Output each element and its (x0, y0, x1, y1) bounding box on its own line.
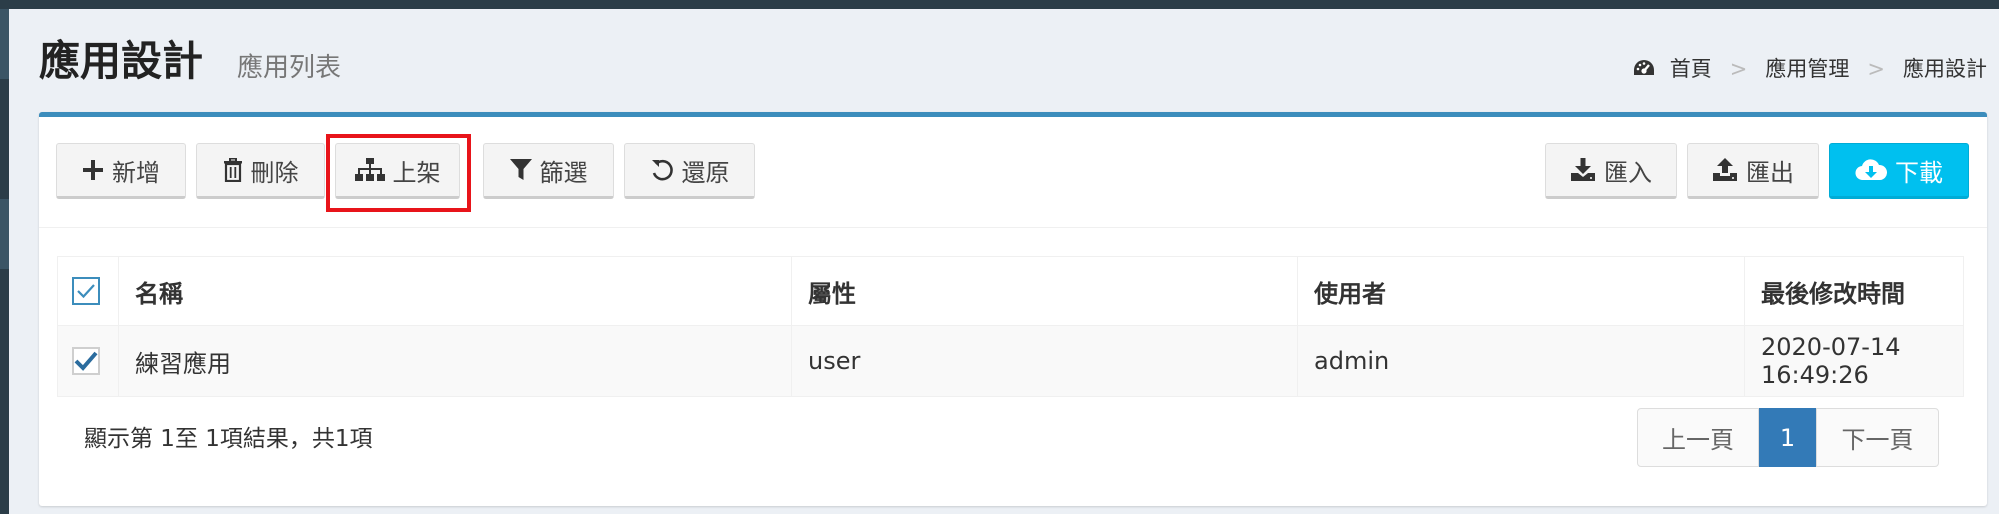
delete-button-label: 刪除 (250, 158, 299, 187)
cell-attribute: user (791, 325, 1298, 397)
prev-page-button[interactable]: 上一頁 (1637, 408, 1759, 467)
restore-button-label: 還原 (681, 158, 730, 187)
select-all-cell (57, 256, 119, 326)
checkmark-icon (77, 284, 95, 299)
publish-button-highlight (326, 134, 471, 212)
column-header-user[interactable]: 使用者 (1297, 256, 1745, 326)
restore-button[interactable]: 還原 (624, 143, 755, 199)
export-button-label: 匯出 (1746, 158, 1794, 187)
next-page-button[interactable]: 下一頁 (1816, 408, 1939, 467)
upload-icon (1712, 158, 1738, 182)
row-checkbox[interactable] (72, 347, 100, 375)
import-button[interactable]: 匯入 (1545, 143, 1677, 199)
table-row[interactable]: 練習應用 user admin 2020-07-14 16:49:26 (57, 325, 1964, 397)
select-all-checkbox[interactable] (72, 277, 100, 305)
cell-user: admin (1297, 325, 1745, 397)
trash-icon (223, 158, 243, 182)
breadcrumb-app-management-link[interactable]: 應用管理 (1765, 56, 1849, 82)
add-button[interactable]: 新增 (56, 143, 186, 199)
filter-icon (509, 158, 532, 182)
app-table: 名稱 屬性 使用者 最後修改時間 練習應用 user admin 2020-07… (57, 256, 1964, 397)
dashboard-icon (1632, 58, 1656, 80)
download-button[interactable]: 下載 (1829, 143, 1969, 199)
import-button-label: 匯入 (1604, 158, 1652, 187)
download-icon (1570, 158, 1596, 182)
cell-modified: 2020-07-14 16:49:26 (1744, 325, 1964, 397)
export-button[interactable]: 匯出 (1687, 143, 1819, 199)
column-header-attribute[interactable]: 屬性 (791, 256, 1298, 326)
row-select-cell (57, 325, 119, 397)
column-header-modified[interactable]: 最後修改時間 (1744, 256, 1964, 326)
download-button-label: 下載 (1895, 158, 1943, 187)
breadcrumb-home-link[interactable]: 首頁 (1670, 56, 1712, 82)
filter-button-label: 篩選 (539, 158, 588, 187)
page-1-button[interactable]: 1 (1759, 408, 1816, 467)
checkmark-icon (74, 351, 98, 371)
content-wrapper: 應用設計 應用列表 首頁 > 應用管理 > 應用設計 新增 刪除 上架 篩選 還… (9, 9, 1999, 514)
breadcrumb-separator: > (1729, 57, 1748, 81)
left-sidebar-edge (0, 9, 9, 514)
breadcrumb: 首頁 > 應用管理 > 應用設計 (1632, 56, 1987, 82)
top-bar (0, 0, 1999, 9)
page-title: 應用設計 (39, 37, 203, 85)
undo-icon (650, 158, 674, 182)
table-info: 顯示第 1至 1項結果，共1項 (84, 426, 373, 452)
plus-icon (82, 159, 104, 181)
table-header-row: 名稱 屬性 使用者 最後修改時間 (57, 256, 1964, 326)
app-list-box: 新增 刪除 上架 篩選 還原 匯入 匯出 下載 名稱 屬性 使用者 最後修改時間… (39, 112, 1987, 506)
divider (39, 227, 1987, 228)
delete-button[interactable]: 刪除 (196, 143, 325, 199)
filter-button[interactable]: 篩選 (483, 143, 614, 199)
page-subtitle: 應用列表 (237, 53, 342, 83)
column-header-name[interactable]: 名稱 (118, 256, 792, 326)
breadcrumb-current: 應用設計 (1903, 57, 1987, 81)
cloud-download-icon (1855, 158, 1887, 182)
cell-name: 練習應用 (118, 325, 792, 397)
add-button-label: 新增 (112, 158, 160, 187)
breadcrumb-separator: > (1867, 57, 1885, 81)
pagination: 上一頁 1 下一頁 (1637, 408, 1939, 467)
